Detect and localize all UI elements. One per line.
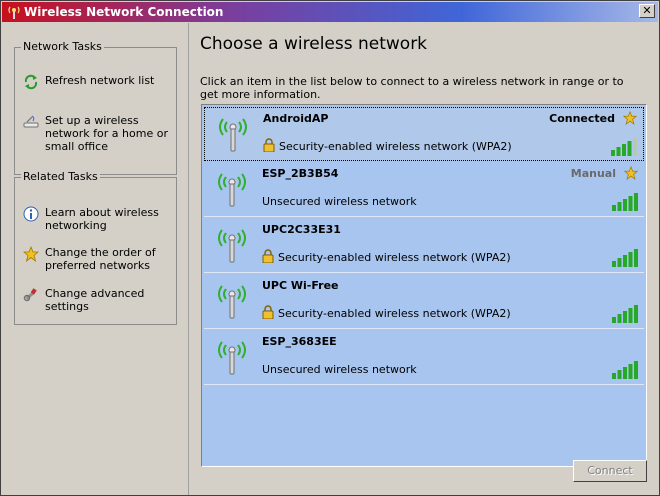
- signal-bar: [634, 305, 638, 323]
- signal-strength-icon: [612, 249, 638, 267]
- signal-bar: [622, 144, 626, 156]
- signal-bar: [633, 138, 637, 156]
- network-security: Security-enabled wireless network (WPA2): [278, 251, 511, 264]
- signal-bar: [612, 205, 616, 211]
- signal-bar: [634, 361, 638, 379]
- window-title: Wireless Network Connection: [24, 5, 224, 19]
- network-security: Unsecured wireless network: [262, 195, 417, 208]
- preferred-star-icon: [624, 166, 638, 180]
- signal-bar: [634, 249, 638, 267]
- star-icon: [23, 246, 39, 262]
- wireless-antenna-icon: [219, 118, 247, 152]
- signal-bar: [612, 261, 616, 267]
- network-name: AndroidAP: [263, 112, 329, 125]
- preferred-star-icon: [623, 111, 637, 125]
- change-order-label: Change the order of preferred networks: [45, 246, 156, 272]
- signal-bar: [617, 258, 622, 267]
- signal-bar: [617, 314, 622, 323]
- network-item[interactable]: ESP_2B3B54 Manual Unsecured wireless netwo…: [204, 163, 644, 217]
- related-tasks-group: Related Tasks Learn about wireless netwo…: [14, 170, 177, 325]
- network-item[interactable]: UPC Wi-Free Security-enabled wireless net…: [204, 275, 644, 329]
- signal-bar: [623, 311, 627, 323]
- info-icon: [23, 206, 39, 222]
- sidebar: Network Tasks Refresh network list Set u…: [2, 23, 189, 495]
- signal-bar: [617, 370, 622, 379]
- network-item[interactable]: ESP_3683EE Unsecured wireless network: [204, 331, 644, 385]
- lock-icon: [262, 249, 274, 263]
- connect-button[interactable]: Connect: [573, 460, 647, 482]
- network-item[interactable]: AndroidAP Connected Security-enabled wirel…: [204, 107, 644, 161]
- signal-bar: [628, 252, 633, 267]
- signal-bar: [612, 373, 616, 379]
- network-security: Unsecured wireless network: [262, 363, 417, 376]
- related-tasks-title: Related Tasks: [21, 170, 100, 183]
- network-name: ESP_2B3B54: [262, 167, 339, 180]
- network-name: UPC Wi-Free: [262, 279, 339, 292]
- network-security: Security-enabled wireless network (WPA2): [279, 140, 512, 153]
- network-tasks-group: Network Tasks Refresh network list Set u…: [14, 40, 177, 175]
- main-panel: Choose a wireless network Click an item …: [190, 23, 659, 495]
- wireless-antenna-icon: [218, 229, 246, 263]
- signal-bar: [627, 141, 632, 156]
- network-name: UPC2C33E31: [262, 223, 341, 236]
- page-title: Choose a wireless network: [200, 34, 428, 54]
- refresh-icon: [24, 74, 38, 90]
- network-name: ESP_3683EE: [262, 335, 337, 348]
- title-bar[interactable]: Wireless Network Connection ✕: [2, 2, 658, 22]
- setup-wireless-network-label: Set up a wireless network for a home or …: [45, 114, 168, 153]
- signal-bar: [617, 202, 622, 211]
- network-list[interactable]: AndroidAP Connected Security-enabled wirel…: [201, 104, 647, 467]
- learn-wireless-label: Learn about wireless networking: [45, 206, 159, 232]
- wireless-antenna-icon: [218, 341, 246, 375]
- close-button[interactable]: ✕: [639, 4, 655, 18]
- setup-network-icon: [23, 115, 39, 128]
- signal-bar: [634, 193, 638, 211]
- signal-bar: [611, 150, 615, 156]
- network-tasks-title: Network Tasks: [21, 40, 104, 53]
- lock-icon: [262, 305, 274, 319]
- change-advanced-settings-label: Change advanced settings: [45, 287, 145, 313]
- signal-bar: [628, 196, 633, 211]
- settings-icon: [23, 288, 37, 302]
- signal-strength-icon: [611, 138, 637, 156]
- wireless-icon: [8, 6, 20, 19]
- network-item[interactable]: UPC2C33E31 Security-enabled wireless netw…: [204, 219, 644, 273]
- signal-bar: [628, 308, 633, 323]
- signal-strength-icon: [612, 361, 638, 379]
- signal-strength-icon: [612, 193, 638, 211]
- signal-bar: [612, 317, 616, 323]
- network-security: Security-enabled wireless network (WPA2): [278, 307, 511, 320]
- signal-bar: [628, 364, 633, 379]
- signal-strength-icon: [612, 305, 638, 323]
- signal-bar: [616, 147, 621, 156]
- wireless-antenna-icon: [218, 285, 246, 319]
- signal-bar: [623, 367, 627, 379]
- signal-bar: [623, 255, 627, 267]
- lock-icon: [263, 138, 275, 152]
- network-status: Connected: [549, 112, 615, 125]
- signal-bar: [623, 199, 627, 211]
- close-icon: ✕: [642, 4, 652, 17]
- wireless-network-window: Wireless Network Connection ✕ Network Ta…: [0, 0, 660, 496]
- wireless-antenna-icon: [218, 173, 246, 207]
- instructions-text: Click an item in the list below to conne…: [200, 75, 624, 101]
- network-status: Manual: [570, 167, 616, 180]
- refresh-network-list-label: Refresh network list: [45, 74, 155, 87]
